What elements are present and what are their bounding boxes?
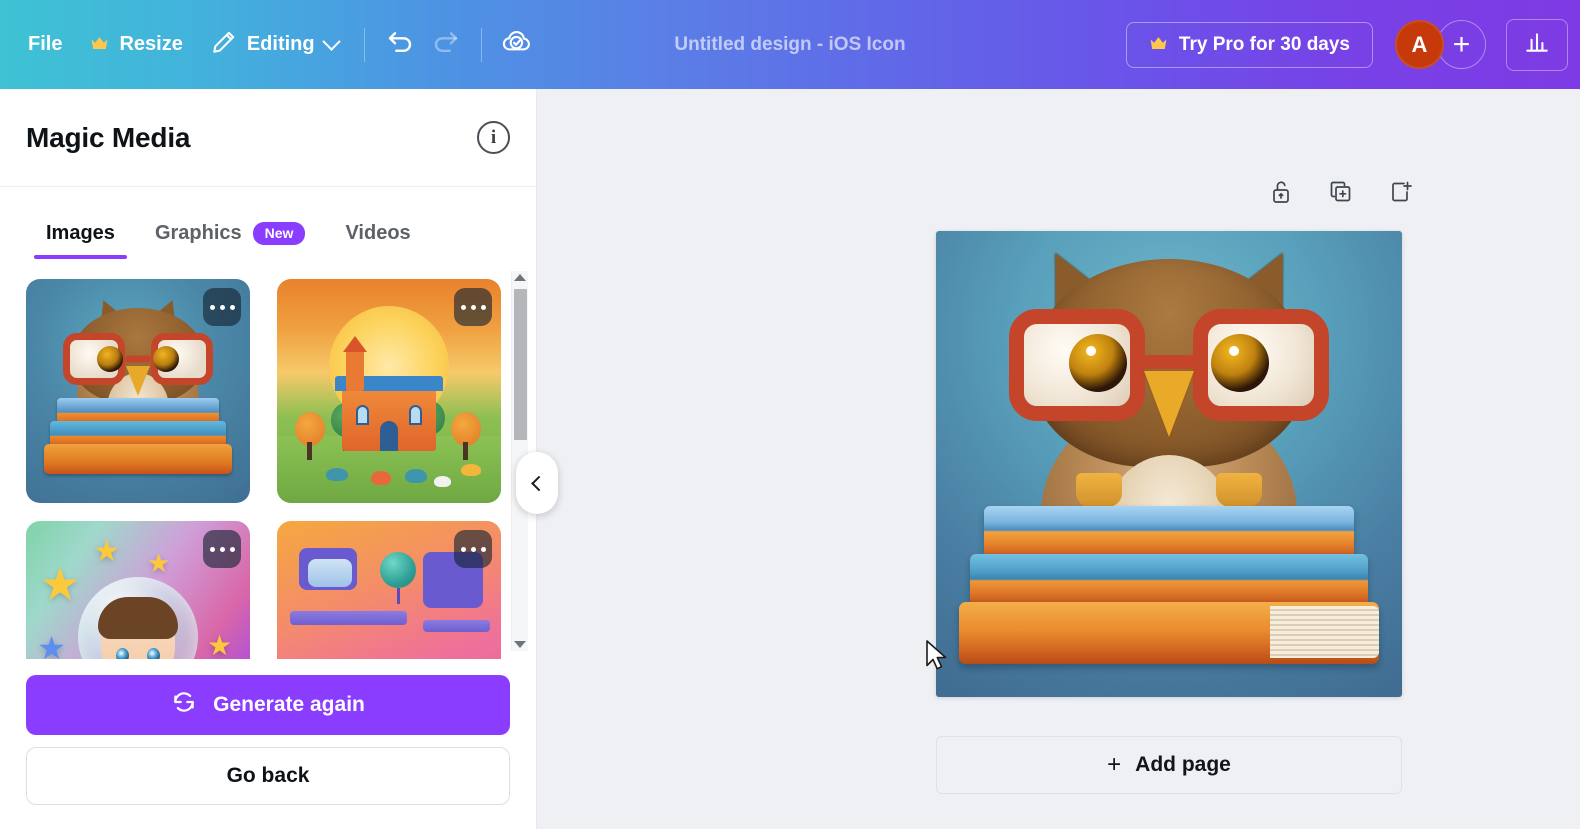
invite-members-button[interactable]: + <box>1437 20 1486 69</box>
tab-videos[interactable]: Videos <box>325 222 430 259</box>
result-thumbnail-4[interactable] <box>277 521 501 659</box>
add-page-label: Add page <box>1135 753 1231 776</box>
undo-arrow-icon <box>385 27 415 62</box>
design-title[interactable]: Untitled design - iOS Icon <box>660 26 919 64</box>
chevron-left-icon <box>530 475 547 491</box>
resize-button[interactable]: Resize <box>76 24 196 65</box>
try-pro-button[interactable]: Try Pro for 30 days <box>1125 21 1373 68</box>
chevron-down-icon <box>321 32 341 51</box>
tab-graphics[interactable]: Graphics New <box>135 221 326 259</box>
tab-videos-label: Videos <box>345 222 411 244</box>
duplicate-page-icon <box>1328 179 1354 210</box>
bar-chart-icon <box>1524 30 1550 59</box>
redo-button[interactable] <box>423 22 469 68</box>
add-page-button[interactable]: + Add page <box>936 736 1402 794</box>
collapse-sidebar-button[interactable] <box>516 452 558 514</box>
toolbar-divider <box>363 27 365 62</box>
sidebar-actions: Generate again Go back <box>0 659 536 829</box>
thumbnail-more-options-2[interactable] <box>454 288 492 326</box>
mouse-cursor <box>926 640 948 674</box>
sidebar-tabs: Images Graphics New Videos <box>0 187 536 259</box>
unlock-icon <box>1269 179 1293 210</box>
generated-results-grid: ★ ★ ★ ★ ★ <box>26 259 510 659</box>
tab-images-label: Images <box>46 222 115 244</box>
duplicate-page-button[interactable] <box>1324 177 1358 211</box>
present-button[interactable] <box>1506 18 1568 71</box>
save-status-button[interactable] <box>494 22 540 68</box>
result-thumbnail-1[interactable] <box>26 279 250 503</box>
editing-label: Editing <box>246 33 315 55</box>
thumbnail-more-options-1[interactable] <box>203 288 241 326</box>
design-title-text: Untitled design - iOS Icon <box>674 33 906 55</box>
crown-icon <box>90 36 109 54</box>
undo-button[interactable] <box>377 22 423 68</box>
add-page-tool-button[interactable] <box>1384 177 1418 211</box>
topbar-right-group: Try Pro for 30 days A + <box>1125 18 1580 71</box>
thumbnail-more-options-3[interactable] <box>203 530 241 568</box>
result-thumbnail-3[interactable]: ★ ★ ★ ★ ★ <box>26 521 250 659</box>
info-icon[interactable]: i <box>477 121 510 154</box>
scroll-up-arrow-icon[interactable] <box>514 274 526 281</box>
generate-again-button[interactable]: Generate again <box>26 675 510 735</box>
scrollbar-thumb[interactable] <box>514 289 527 440</box>
try-pro-label: Try Pro for 30 days <box>1178 33 1350 55</box>
tab-graphics-label: Graphics <box>154 221 242 244</box>
file-menu-button[interactable]: File <box>14 24 76 65</box>
avatar[interactable]: A <box>1395 20 1444 69</box>
toolbar-divider-2 <box>480 27 482 62</box>
refresh-icon <box>171 689 197 721</box>
tab-images[interactable]: Images <box>26 222 135 259</box>
thumbnail-more-options-4[interactable] <box>454 530 492 568</box>
new-badge: New <box>252 221 306 245</box>
resize-label: Resize <box>119 33 183 55</box>
info-glyph: i <box>490 126 497 148</box>
page-title: Magic Media <box>26 121 191 153</box>
add-page-icon <box>1388 179 1414 210</box>
result-thumbnail-2[interactable] <box>277 279 501 503</box>
redo-arrow-icon <box>431 27 461 62</box>
unlock-page-button[interactable] <box>1264 177 1298 211</box>
avatar-initial: A <box>1411 31 1428 57</box>
file-menu-label: File <box>28 33 63 55</box>
page-tools-toolbar <box>1264 177 1418 211</box>
editing-mode-button[interactable]: Editing <box>197 20 352 70</box>
scroll-down-arrow-icon[interactable] <box>514 641 526 648</box>
magic-media-sidebar: Magic Media i Images Graphics New Videos <box>0 89 537 829</box>
generate-again-label: Generate again <box>213 693 365 716</box>
pencil-icon <box>211 29 237 61</box>
crown-icon-pro <box>1149 36 1168 54</box>
go-back-label: Go back <box>226 764 310 787</box>
design-canvas-area: + Add page <box>537 89 1580 829</box>
results-scroll-region: ★ ★ ★ ★ ★ <box>0 259 536 659</box>
go-back-button[interactable]: Go back <box>26 747 510 805</box>
top-toolbar: File Resize Editing Untitled design - iO… <box>0 0 1580 89</box>
sidebar-header: Magic Media i <box>0 89 536 187</box>
owl-design-illustration <box>936 231 1402 697</box>
design-page-canvas[interactable] <box>936 231 1402 697</box>
cloud-check-icon <box>501 26 533 63</box>
plus-icon-add-page: + <box>1107 751 1122 778</box>
